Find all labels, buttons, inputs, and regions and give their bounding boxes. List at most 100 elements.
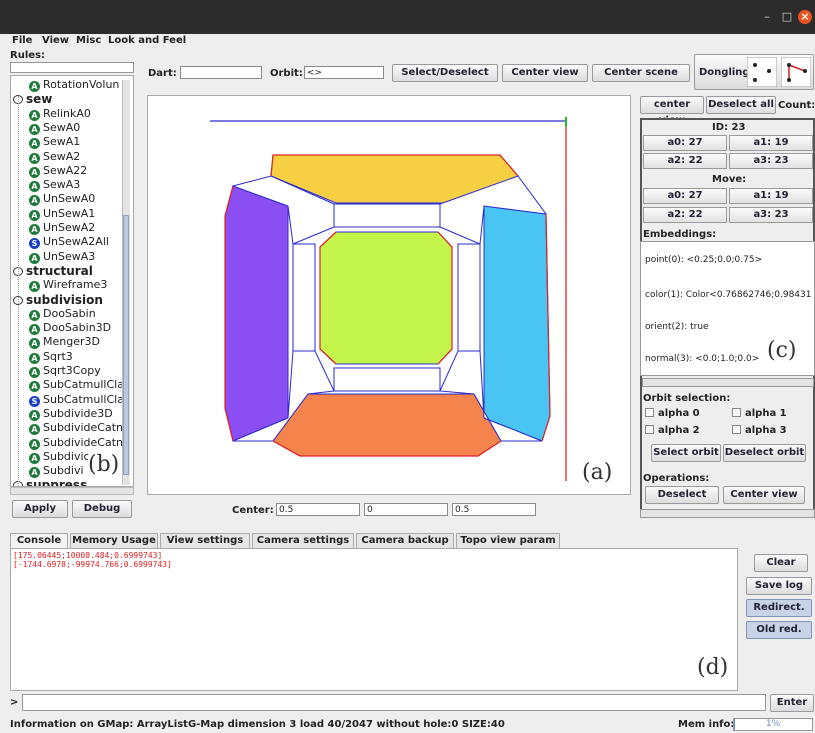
debug-button[interactable]: Debug bbox=[72, 500, 132, 518]
rule-category[interactable]: structural bbox=[13, 264, 93, 278]
alpha0-checkbox[interactable]: alpha 0 bbox=[645, 408, 700, 419]
save-log-button[interactable]: Save log bbox=[746, 577, 812, 595]
rule-item[interactable]: A DooSabin bbox=[29, 307, 96, 321]
maximize-icon[interactable]: □ bbox=[780, 10, 794, 24]
panel-center-view-button[interactable]: center view bbox=[640, 96, 704, 126]
tab-memory-usage[interactable]: Memory Usage bbox=[70, 533, 158, 548]
rule-label: SewA3 bbox=[43, 178, 81, 192]
redirect-button[interactable]: Redirect. bbox=[746, 599, 812, 617]
annotation-b: (b) bbox=[88, 452, 120, 477]
atomic-rule-icon: A bbox=[29, 452, 40, 464]
alpha2-checkbox[interactable]: alpha 2 bbox=[645, 425, 700, 436]
mem-progress-text: 1% bbox=[765, 719, 781, 729]
rule-label: SewA2 bbox=[43, 149, 81, 163]
rule-label: UnSewA3 bbox=[43, 249, 96, 263]
rules-label: Rules: bbox=[10, 50, 45, 61]
rule-item[interactable]: A Subdivide3D bbox=[29, 407, 113, 421]
atomic-rule-icon: A bbox=[29, 109, 40, 121]
rule-item[interactable]: A SubdivideCatn bbox=[29, 436, 123, 450]
embeddings-list: point(0): <0.25;0.0;0.75> color(1): Colo… bbox=[640, 241, 815, 376]
rule-item[interactable]: A SewA2 bbox=[29, 150, 80, 164]
rule-item[interactable]: A SubdivideCatn bbox=[29, 421, 123, 436]
center-label: Center: bbox=[232, 505, 274, 516]
tab-topo-view-param[interactable]: Topo view param bbox=[456, 533, 560, 548]
dongling-label: Dongling: bbox=[699, 67, 754, 78]
minimize-icon[interactable]: – bbox=[760, 10, 774, 24]
rules-tree-hscrollbar[interactable] bbox=[10, 487, 134, 495]
center-x-input[interactable]: 0.5 bbox=[276, 503, 360, 516]
alpha1-checkbox[interactable]: alpha 1 bbox=[732, 408, 787, 419]
center-y-input[interactable]: 0 bbox=[364, 503, 448, 516]
clear-button[interactable]: Clear bbox=[754, 554, 808, 572]
rule-item[interactable]: A DooSabin3D bbox=[29, 321, 112, 336]
close-icon[interactable]: × bbox=[798, 10, 812, 24]
atomic-rule-icon: A bbox=[29, 424, 40, 436]
rule-item[interactable]: A Sqrt3 bbox=[29, 350, 73, 364]
rule-item[interactable]: A Wireframe3 bbox=[29, 278, 107, 293]
rule-item[interactable]: A UnSewA2 bbox=[29, 221, 95, 235]
gmap-canvas[interactable]: (a) bbox=[147, 95, 631, 495]
rule-category[interactable]: suppress bbox=[13, 478, 87, 486]
tab-camera-settings[interactable]: Camera settings bbox=[252, 533, 354, 548]
rule-item[interactable]: A SewA22 bbox=[29, 164, 87, 178]
annotation-a: (a) bbox=[582, 460, 613, 485]
rule-item[interactable]: A Subdivi bbox=[29, 464, 84, 479]
center-z-input[interactable]: 0.5 bbox=[452, 503, 536, 516]
deselect-all-button[interactable]: Deselect all bbox=[706, 96, 776, 114]
orbit-input[interactable]: <> bbox=[304, 66, 384, 79]
a1-button[interactable]: a1: 19 bbox=[729, 135, 813, 151]
deselect-orbit-button[interactable]: Deselect orbit bbox=[723, 444, 806, 462]
tab-camera-backup[interactable]: Camera backup bbox=[356, 533, 454, 548]
rule-category[interactable]: subdivision bbox=[13, 293, 103, 307]
a3-button[interactable]: a3: 23 bbox=[729, 153, 813, 169]
rule-item[interactable]: S SubCatmullCla bbox=[29, 393, 124, 407]
rule-item[interactable]: A SewA3 bbox=[29, 178, 81, 193]
alpha2-label: alpha 2 bbox=[658, 425, 700, 436]
rule-item[interactable]: A UnSewA0 bbox=[29, 192, 95, 207]
rule-item[interactable]: A RotationVolun bbox=[29, 78, 119, 92]
rule-item[interactable]: A SubCatmullCla bbox=[29, 378, 124, 393]
select-deselect-button[interactable]: Select/Deselect bbox=[392, 64, 498, 82]
apply-button[interactable]: Apply bbox=[12, 500, 68, 518]
rule-item[interactable]: A Subdivic bbox=[29, 450, 90, 464]
gmap-info-text: Information on GMap: ArrayListG-Map dime… bbox=[10, 719, 505, 730]
center-scene-button[interactable]: Center scene bbox=[592, 64, 690, 82]
rule-item[interactable]: A RelinkA0 bbox=[29, 107, 91, 121]
a2-button[interactable]: a2: 22 bbox=[643, 153, 727, 169]
dongling-dots-icon[interactable] bbox=[747, 57, 777, 87]
move-a2-button[interactable]: a2: 22 bbox=[643, 207, 727, 223]
dongling-links-icon[interactable] bbox=[781, 57, 811, 87]
center-view-button[interactable]: Center view bbox=[502, 64, 588, 82]
rule-item[interactable]: A Menger3D bbox=[29, 335, 100, 350]
alpha3-checkbox[interactable]: alpha 3 bbox=[732, 425, 787, 436]
rule-item[interactable]: A SewA0 bbox=[29, 121, 80, 135]
rule-label: DooSabin3D bbox=[43, 321, 112, 335]
rule-item[interactable]: A UnSewA3 bbox=[29, 250, 95, 264]
old-redirect-button[interactable]: Old red. bbox=[746, 621, 812, 639]
op-center-view-button[interactable]: Center view bbox=[723, 486, 805, 504]
tab-console[interactable]: Console bbox=[10, 533, 68, 548]
rules-tree-vscroll-thumb[interactable] bbox=[123, 215, 129, 475]
command-input[interactable] bbox=[22, 694, 766, 711]
rule-item[interactable]: A SewA1 bbox=[29, 135, 80, 150]
enter-button[interactable]: Enter bbox=[770, 694, 814, 712]
menu-misc[interactable]: Misc bbox=[76, 35, 101, 46]
rules-search-input[interactable] bbox=[10, 62, 134, 73]
rule-item[interactable]: S UnSewA2All bbox=[29, 235, 109, 250]
rule-item[interactable]: A UnSewA1 bbox=[29, 207, 95, 221]
dart-input[interactable] bbox=[180, 66, 262, 79]
select-orbit-button[interactable]: Select orbit bbox=[651, 444, 721, 462]
menu-file[interactable]: File bbox=[12, 35, 32, 46]
rule-item[interactable]: A Sqrt3Copy bbox=[29, 364, 101, 378]
deselect-button[interactable]: Deselect bbox=[645, 486, 719, 504]
menu-look-and-feel[interactable]: Look and Feel bbox=[108, 35, 186, 46]
menu-view[interactable]: View bbox=[42, 35, 69, 46]
move-a0-button[interactable]: a0: 27 bbox=[643, 188, 727, 204]
embeddings-hscrollbar[interactable] bbox=[642, 378, 814, 387]
move-a1-button[interactable]: a1: 19 bbox=[729, 188, 813, 204]
move-a3-button[interactable]: a3: 23 bbox=[729, 207, 813, 223]
annotation-c: (c) bbox=[767, 338, 797, 363]
tab-view-settings[interactable]: View settings bbox=[160, 533, 250, 548]
a0-button[interactable]: a0: 27 bbox=[643, 135, 727, 151]
panel-hscrollbar[interactable] bbox=[640, 509, 815, 518]
